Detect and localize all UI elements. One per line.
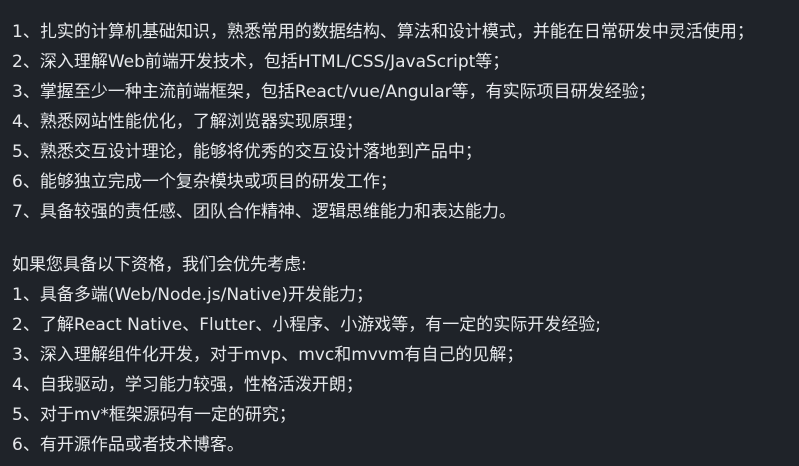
requirement-item: 2、深入理解Web前端开发技术，包括HTML/CSS/JavaScript等； [12,52,510,72]
requirement-item: 3、掌握至少一种主流前端框架，包括React/vue/Angular等，有实际项… [12,82,656,102]
bonus-item: 1、具备多端(Web/Node.js/Native)开发能力； [12,285,373,305]
bonus-item: 5、对于mv*框架源码有一定的研究； [12,405,296,425]
requirement-item: 5、熟悉交互设计理论，能够将优秀的交互设计落地到产品中； [12,142,482,162]
bonus-item: 4、自我驱动，学习能力较强，性格活泼开朗； [12,375,363,395]
bonus-item: 3、深入理解组件化开发，对于mvp、mvc和mvvm有自己的见解； [12,345,524,365]
requirement-item: 4、熟悉网站性能优化，了解浏览器实现原理； [12,112,363,132]
bonus-section-title: 如果您具备以下资格，我们会优先考虑: [12,255,307,275]
job-requirements-document: 1、扎实的计算机基础知识，熟悉常用的数据结构、算法和设计模式，并能在日常研发中灵… [0,0,787,466]
requirement-item: 1、扎实的计算机基础知识，熟悉常用的数据结构、算法和设计模式，并能在日常研发中灵… [12,22,754,42]
bonus-item: 2、了解React Native、Flutter、小程序、小游戏等，有一定的实际… [12,315,601,335]
requirement-item: 7、具备较强的责任感、团队合作精神、逻辑思维能力和表达能力。 [12,202,516,222]
requirement-item: 6、能够独立完成一个复杂模块或项目的研发工作； [12,172,397,192]
bonus-item: 6、有开源作品或者技术博客。 [12,435,244,455]
